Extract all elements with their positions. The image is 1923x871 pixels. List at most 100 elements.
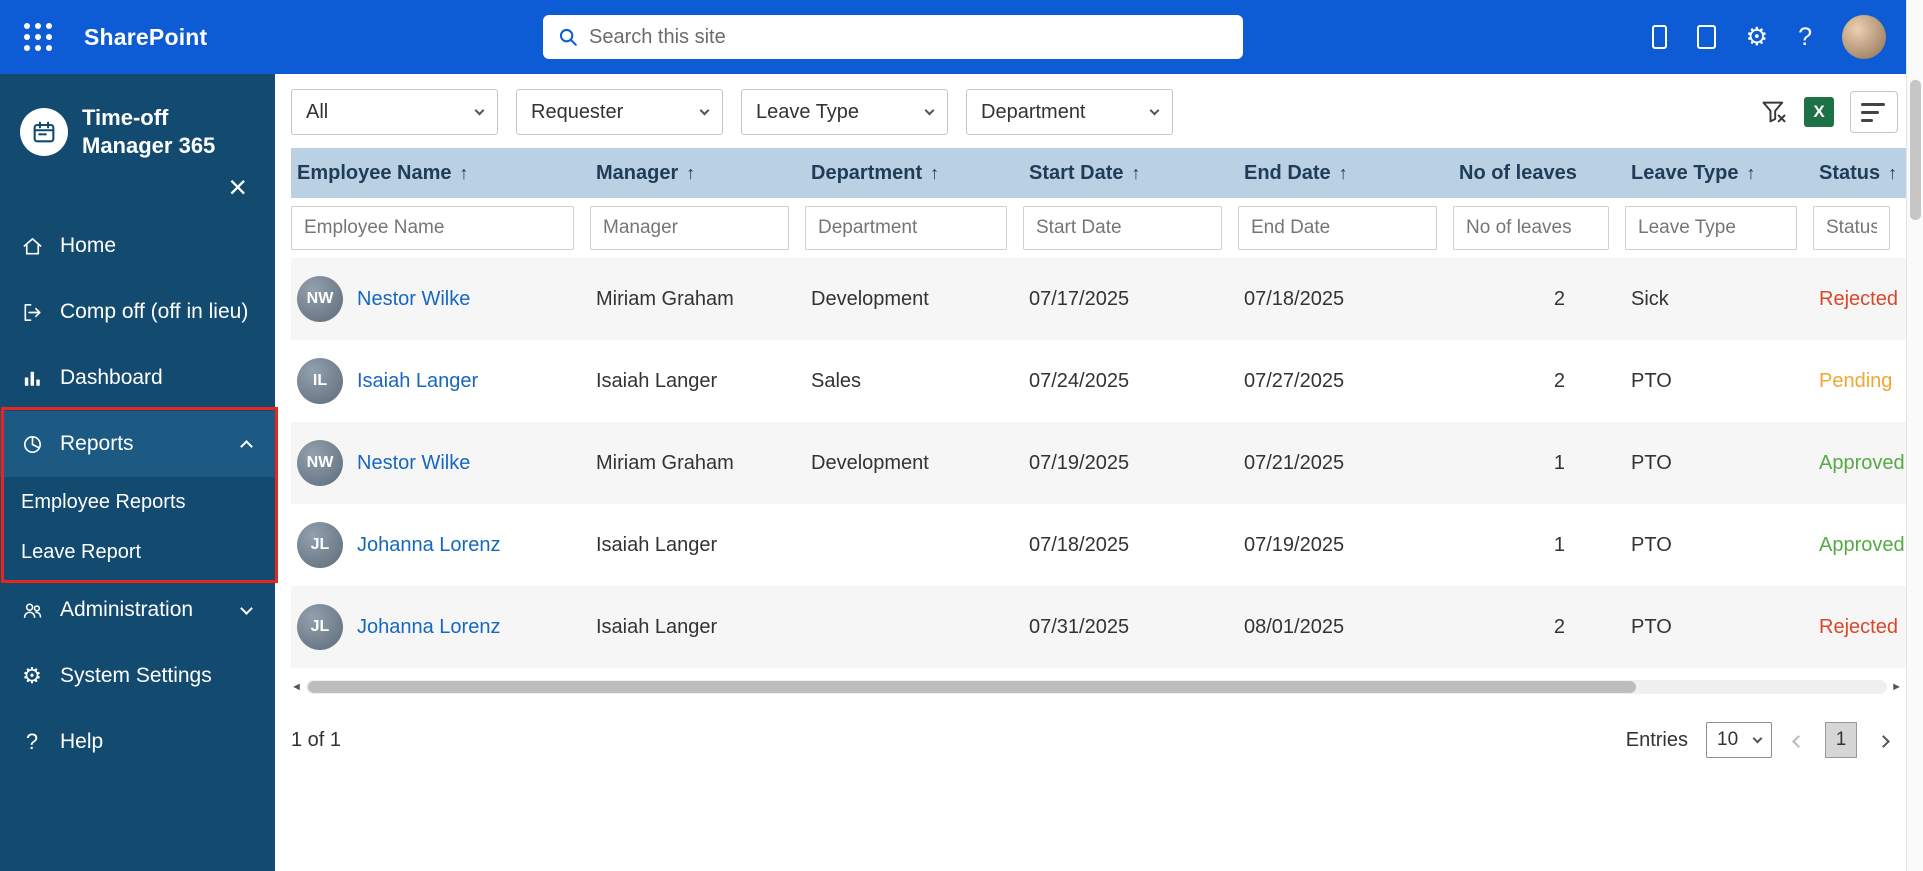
column-header-start-date[interactable]: Start Date↑: [1023, 162, 1238, 185]
cell-leave-type: PTO: [1625, 534, 1813, 557]
cell-leave-type: Sick: [1625, 288, 1813, 311]
sidebar-item-administration[interactable]: Administration: [0, 577, 275, 643]
cell-manager: Isaiah Langer: [590, 534, 805, 557]
column-header-no-of-leaves[interactable]: No of leaves: [1453, 162, 1625, 185]
column-header-employee-name[interactable]: Employee Name↑: [291, 162, 590, 185]
table-row: JLJohanna Lorenz Isaiah Langer 07/31/202…: [291, 586, 1906, 668]
cell-manager: Isaiah Langer: [590, 370, 805, 393]
filter-dropdown-all[interactable]: All: [291, 89, 498, 135]
cell-department: Development: [805, 452, 1023, 475]
mobile-icon[interactable]: [1652, 25, 1667, 49]
vertical-scrollbar[interactable]: [1906, 0, 1923, 871]
avatar: NW: [297, 440, 343, 486]
horizontal-scrollbar: ◄ ►: [291, 678, 1902, 696]
help-icon[interactable]: ?: [1798, 25, 1812, 50]
horizontal-scroll-track[interactable]: [306, 680, 1887, 694]
sidebar-item-comp-off[interactable]: Comp off (off in lieu): [0, 279, 275, 345]
column-header-leave-type[interactable]: Leave Type↑: [1625, 162, 1813, 185]
status-badge: Rejected: [1813, 616, 1906, 639]
page-body: Time-off Manager 365 × Home: [0, 74, 1906, 871]
table-body: NW Nestor Wilke Miriam Graham Development…: [291, 258, 1906, 668]
filter-input-end-date[interactable]: [1238, 206, 1437, 250]
main-content: All Requester Leave Type Department: [275, 74, 1906, 871]
filter-input-department[interactable]: [805, 206, 1007, 250]
sidebar-item-system-settings[interactable]: ⚙ System Settings: [0, 643, 275, 709]
cell-end-date: 07/21/2025: [1238, 452, 1453, 475]
cell-leave-type: PTO: [1625, 616, 1813, 639]
app-launcher-icon[interactable]: [18, 17, 58, 57]
people-icon: [20, 598, 44, 622]
table-actions: X: [1760, 91, 1906, 133]
cell-department: Development: [805, 288, 1023, 311]
vertical-scroll-thumb[interactable]: [1910, 80, 1921, 220]
cell-leave-type: PTO: [1625, 452, 1813, 475]
column-header-status[interactable]: Status↑: [1813, 162, 1906, 185]
sidebar-item-reports[interactable]: Reports: [0, 411, 275, 477]
site-search: [543, 15, 1243, 59]
sort-asc-icon: ↑: [686, 163, 695, 184]
cell-manager: Miriam Graham: [590, 452, 805, 475]
sort-asc-icon: ↑: [930, 163, 939, 184]
sidebar-item-dashboard[interactable]: Dashboard: [0, 345, 275, 411]
cell-no-of-leaves: 2: [1453, 288, 1625, 311]
app-logo-block: Time-off Manager 365: [0, 74, 275, 159]
search-icon: [557, 26, 579, 48]
cell-end-date: 07/19/2025: [1238, 534, 1453, 557]
sidebar-item-help[interactable]: ? Help: [0, 709, 275, 775]
employee-link[interactable]: Nestor Wilke: [357, 288, 470, 311]
excel-export-icon[interactable]: X: [1804, 97, 1834, 127]
record-count: 1 of 1: [291, 729, 341, 752]
status-badge: Approved: [1813, 534, 1906, 557]
close-icon[interactable]: ×: [228, 171, 247, 203]
app-title: Time-off Manager 365: [82, 104, 215, 159]
horizontal-scroll-thumb[interactable]: [308, 681, 1636, 693]
chevron-down-icon: [1753, 733, 1763, 743]
employee-link[interactable]: Isaiah Langer: [357, 370, 478, 393]
chevron-down-icon: [1150, 105, 1160, 115]
employee-link[interactable]: Johanna Lorenz: [357, 616, 500, 639]
employee-link[interactable]: Johanna Lorenz: [357, 534, 500, 557]
sort-asc-icon: ↑: [460, 163, 469, 184]
filter-input-start-date[interactable]: [1023, 206, 1222, 250]
filter-input-no-of-leaves[interactable]: [1453, 206, 1609, 250]
filter-input-leave-type[interactable]: [1625, 206, 1797, 250]
account-avatar[interactable]: [1842, 15, 1886, 59]
sidebar-item-home[interactable]: Home: [0, 213, 275, 279]
clear-filter-icon[interactable]: [1760, 98, 1788, 126]
filter-input-employee-name[interactable]: [291, 206, 574, 250]
column-header-manager[interactable]: Manager↑: [590, 162, 805, 185]
table-row: NW Nestor Wilke Miriam Graham Development…: [291, 422, 1906, 504]
current-page-button[interactable]: 1: [1825, 722, 1857, 758]
column-header-department[interactable]: Department↑: [805, 162, 1023, 185]
previous-page-button[interactable]: [1790, 725, 1807, 756]
search-input[interactable]: [589, 26, 1229, 49]
entries-label: Entries: [1626, 729, 1688, 752]
cell-no-of-leaves: 1: [1453, 452, 1625, 475]
app-root: SharePoint ⚙ ?: [0, 0, 1923, 871]
table-footer: 1 of 1 Entries 10 1: [291, 722, 1906, 758]
cell-end-date: 07/27/2025: [1238, 370, 1453, 393]
scroll-right-icon[interactable]: ►: [1891, 681, 1902, 693]
column-header-end-date[interactable]: End Date↑: [1238, 162, 1453, 185]
brand-title[interactable]: SharePoint: [84, 24, 207, 51]
sidebar-item-employee-reports[interactable]: Employee Reports: [0, 477, 275, 527]
filter-input-status[interactable]: [1813, 206, 1890, 250]
settings-gear-icon[interactable]: ⚙: [1746, 25, 1768, 50]
filter-dropdown-leave-type[interactable]: Leave Type: [741, 89, 948, 135]
cell-leave-type: PTO: [1625, 370, 1813, 393]
sidebar-item-leave-report[interactable]: Leave Report: [0, 527, 275, 577]
employee-link[interactable]: Nestor Wilke: [357, 452, 470, 475]
entries-per-page-select[interactable]: 10: [1706, 722, 1772, 758]
filter-dropdown-requester[interactable]: Requester: [516, 89, 723, 135]
cell-start-date: 07/18/2025: [1023, 534, 1238, 557]
filter-dropdown-department[interactable]: Department: [966, 89, 1173, 135]
suite-header: SharePoint ⚙ ?: [0, 0, 1906, 74]
status-badge: Rejected: [1813, 288, 1906, 311]
filter-input-manager[interactable]: [590, 206, 789, 250]
scroll-left-icon[interactable]: ◄: [291, 681, 302, 693]
tablet-icon[interactable]: [1697, 25, 1716, 49]
main-column: SharePoint ⚙ ?: [0, 0, 1906, 871]
view-options-button[interactable]: [1850, 91, 1898, 133]
next-page-button[interactable]: [1875, 725, 1892, 756]
cell-no-of-leaves: 2: [1453, 616, 1625, 639]
